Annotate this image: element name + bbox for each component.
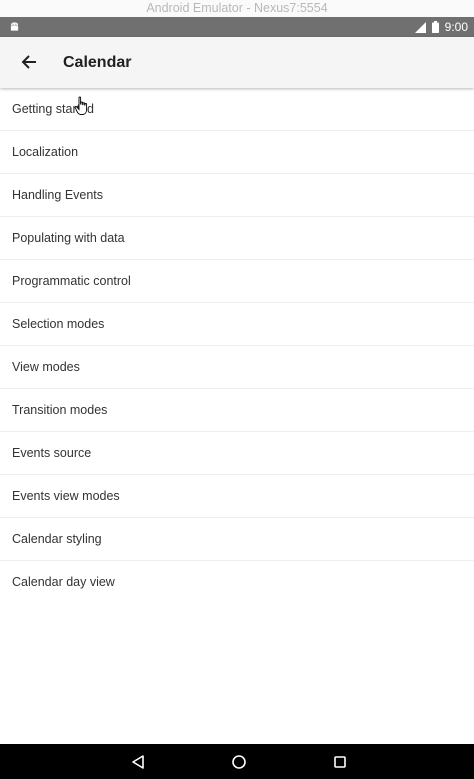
- list-item-calendar-day-view[interactable]: Calendar day view: [0, 561, 474, 603]
- list-item-events-view-modes[interactable]: Events view modes: [0, 475, 474, 518]
- arrow-back-icon: [21, 55, 36, 69]
- app-title: Calendar: [63, 54, 132, 71]
- battery-icon: [431, 21, 439, 33]
- list-item-transition-modes[interactable]: Transition modes: [0, 389, 474, 432]
- nav-back-icon: [132, 755, 144, 769]
- hand-cursor-icon: [74, 96, 88, 115]
- list-item-selection-modes[interactable]: Selection modes: [0, 303, 474, 346]
- signal-icon: [414, 21, 426, 33]
- nav-back-button[interactable]: [127, 751, 149, 773]
- list-item-view-modes[interactable]: View modes: [0, 346, 474, 389]
- list-item-programmatic-control[interactable]: Programmatic control: [0, 260, 474, 303]
- nav-recents-button[interactable]: [329, 751, 351, 773]
- emulator-title: Android Emulator - Nexus7:5554: [0, 0, 474, 17]
- list-item-handling-events[interactable]: Handling Events: [0, 174, 474, 217]
- android-icon: [10, 22, 19, 31]
- status-bar: 9:00: [0, 17, 474, 37]
- list-item-events-source[interactable]: Events source: [0, 432, 474, 475]
- nav-home-icon: [232, 755, 246, 769]
- nav-home-button[interactable]: [228, 751, 250, 773]
- list-item-getting-started[interactable]: Getting started: [0, 88, 474, 131]
- app-bar: Calendar: [0, 37, 474, 88]
- back-button[interactable]: [16, 49, 42, 75]
- examples-list: Getting started Localization Handling Ev…: [0, 88, 474, 603]
- nav-recents-icon: [334, 756, 346, 768]
- status-icons: 9:00: [414, 17, 468, 37]
- navigation-bar: [0, 744, 474, 779]
- list-item-calendar-styling[interactable]: Calendar styling: [0, 518, 474, 561]
- list-item-localization[interactable]: Localization: [0, 131, 474, 174]
- list-item-populating-with-data[interactable]: Populating with data: [0, 217, 474, 260]
- status-time: 9:00: [444, 20, 468, 34]
